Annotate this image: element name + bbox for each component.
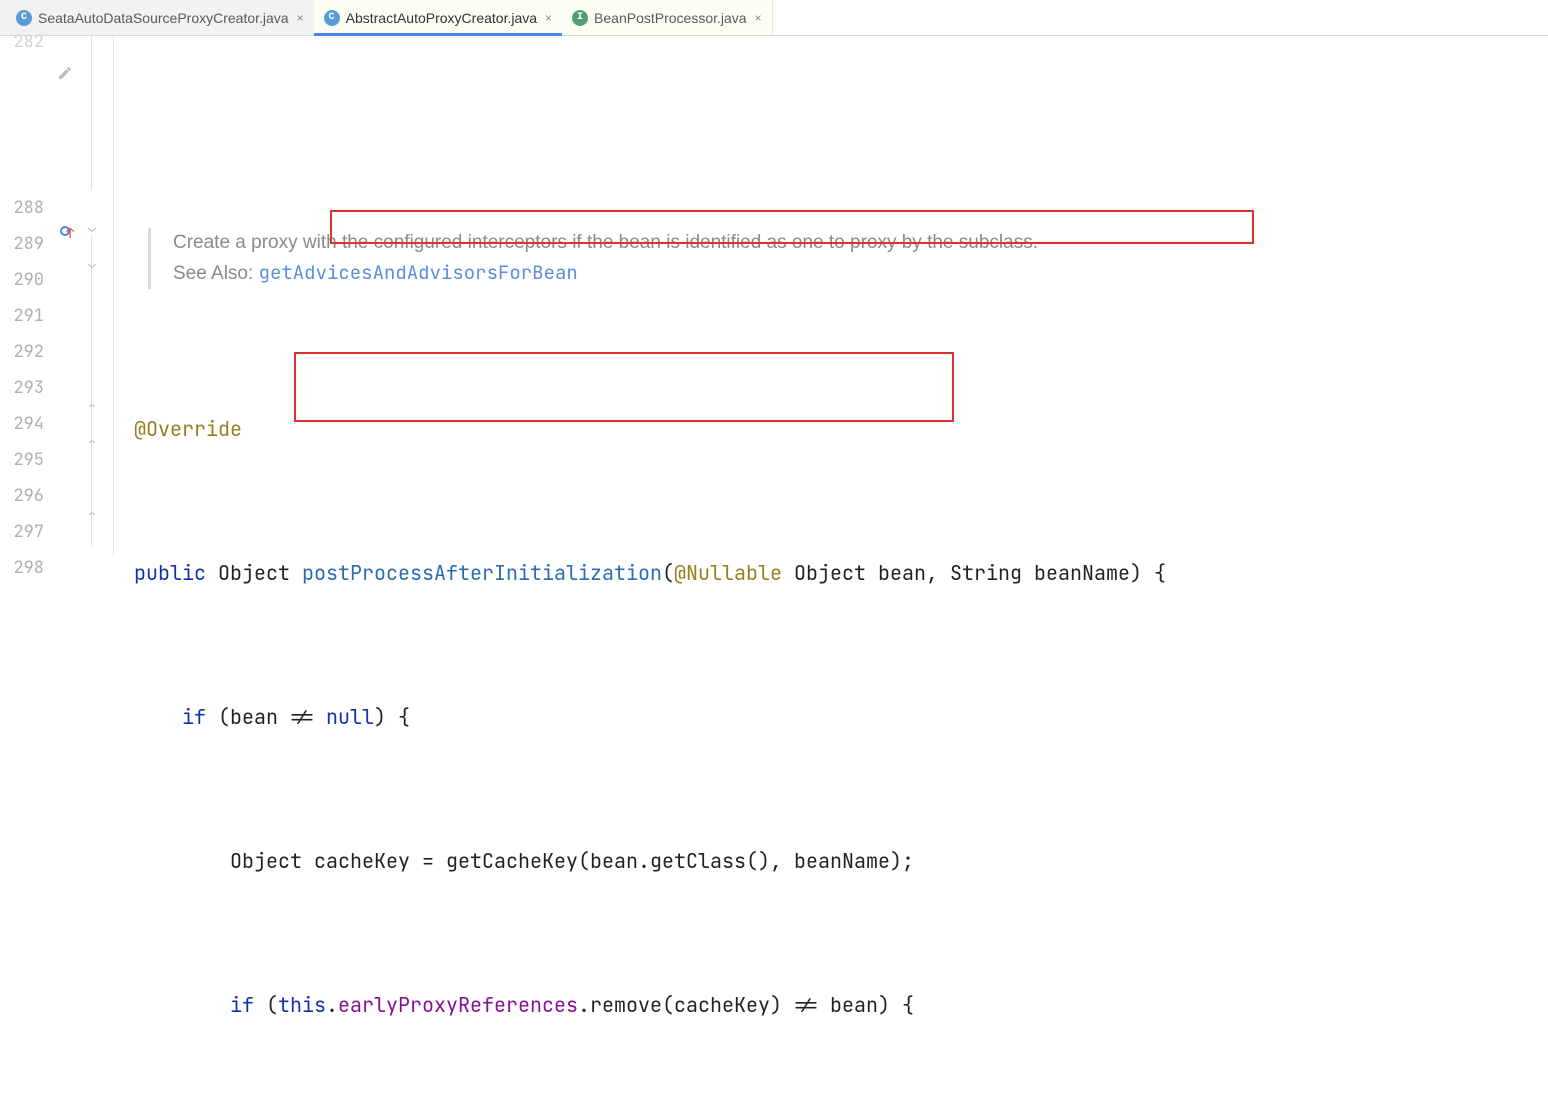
fold-open-icon[interactable]: ⌄	[84, 256, 100, 272]
close-icon[interactable]: ×	[543, 11, 554, 25]
tab-label: BeanPostProcessor.java	[594, 10, 747, 26]
code-line: @Override	[134, 411, 1548, 447]
edit-icon	[54, 62, 76, 84]
code-line: if (bean != null) {	[134, 699, 1548, 735]
fold-open-icon[interactable]: ⌄	[84, 220, 100, 236]
javadoc-see-label: See Also:	[173, 263, 253, 284]
close-icon[interactable]: ×	[295, 11, 306, 25]
code-body[interactable]: Create a proxy with the configured inter…	[114, 36, 1548, 556]
marker-gutter: ↑	[52, 36, 78, 556]
fold-close-icon[interactable]: ⌃	[84, 508, 100, 524]
javadoc-block: Create a proxy with the configured inter…	[148, 228, 1068, 289]
fold-close-icon[interactable]: ⌃	[84, 436, 100, 452]
code-line: if (this.earlyProxyReferences.remove(cac…	[134, 987, 1548, 1023]
override-icon[interactable]: ↑	[54, 220, 76, 242]
tab-bar: C SeataAutoDataSourceProxyCreator.java ×…	[0, 0, 1548, 36]
fold-gutter: ⌄ ⌄ ⌃ ⌃ ⌃	[78, 36, 114, 556]
tab-label: AbstractAutoProxyCreator.java	[346, 10, 537, 26]
class-icon: C	[16, 10, 32, 26]
code-line: Object cacheKey = getCacheKey(bean.getCl…	[134, 843, 1548, 879]
tab-bean-post-processor[interactable]: I BeanPostProcessor.java ×	[562, 0, 772, 35]
tab-bar-space	[772, 0, 1548, 35]
tab-label: SeataAutoDataSourceProxyCreator.java	[38, 10, 289, 26]
close-icon[interactable]: ×	[753, 11, 764, 25]
tab-seata[interactable]: C SeataAutoDataSourceProxyCreator.java ×	[6, 0, 314, 35]
code-editor[interactable]: 282 288 289 290 291 292 293 294 295 296 …	[0, 36, 1548, 556]
tab-abstract-auto-proxy-creator[interactable]: C AbstractAutoProxyCreator.java ×	[314, 0, 562, 35]
fold-close-icon[interactable]: ⌃	[84, 400, 100, 416]
javadoc-text: Create a proxy with the configured inter…	[173, 232, 1038, 253]
class-icon: C	[324, 10, 340, 26]
code-line: public Object postProcessAfterInitializa…	[134, 555, 1548, 591]
javadoc-link[interactable]: getAdvicesAndAdvisorsForBean	[259, 260, 578, 285]
line-number-gutter: 282 288 289 290 291 292 293 294 295 296 …	[0, 36, 52, 556]
interface-icon: I	[572, 10, 588, 26]
